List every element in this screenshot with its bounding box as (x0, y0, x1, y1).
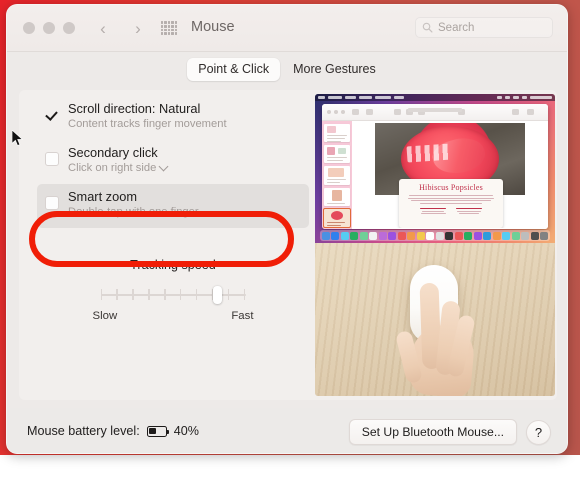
search-icon (422, 22, 433, 33)
bottom-actions: Set Up Bluetooth Mouse... ? (348, 419, 551, 445)
options-list: Scroll direction: Natural Content tracks… (37, 96, 309, 228)
battery-fill (149, 428, 156, 434)
settings-panel: Scroll direction: Natural Content tracks… (19, 90, 557, 400)
option-subtitle-text: Click on right side (68, 162, 157, 174)
option-title: Smart zoom (68, 189, 137, 204)
mouse-preferences-window: ‹ › Mouse Point & Click More Gest (6, 4, 568, 454)
desktop-preview-image: Hibiscus Popsicles (315, 94, 555, 243)
tab-bar: Point & Click More Gestures (7, 52, 567, 86)
preview-page-thumbnails (322, 121, 352, 229)
set-up-bluetooth-mouse-button[interactable]: Set Up Bluetooth Mouse... (348, 419, 517, 445)
zoom-button[interactable] (63, 22, 75, 34)
preview-document-title-bar (408, 108, 462, 112)
page-title: Mouse (191, 19, 235, 35)
preview-document-page: Hibiscus Popsicles (375, 123, 525, 228)
preview-pages-body: Hibiscus Popsicles (322, 121, 548, 229)
tracking-speed-block: Tracking speed Slow Fast (37, 258, 309, 324)
page-thumbnail (324, 124, 350, 143)
segmented-control: Point & Click More Gestures (187, 57, 387, 81)
page-margin (0, 455, 580, 500)
ingredients-column (420, 207, 446, 214)
option-smart-zoom[interactable]: Smart zoom Double-tap with one finger (37, 184, 309, 228)
search-input[interactable] (438, 21, 546, 34)
chevron-down-icon (158, 161, 169, 172)
page-thumbnail (324, 166, 350, 185)
option-text: Secondary click Click on right side (68, 140, 169, 176)
show-all-grid-icon[interactable] (161, 21, 177, 35)
magic-mouse-photo (315, 243, 555, 396)
back-chevron-icon[interactable]: ‹ (92, 17, 114, 39)
tab-more-gestures[interactable]: More Gestures (282, 58, 387, 81)
preview-pages-window: Hibiscus Popsicles (322, 104, 548, 229)
preview-recipe-card: Hibiscus Popsicles (399, 179, 503, 228)
option-scroll-direction[interactable]: Scroll direction: Natural Content tracks… (37, 96, 309, 140)
option-title: Secondary click (68, 145, 158, 160)
handwritten-script (406, 143, 452, 163)
option-text: Smart zoom Double-tap with one finger (68, 184, 199, 220)
option-subtitle: Double-tap with one finger (68, 205, 199, 220)
window-titlebar: ‹ › Mouse (7, 5, 567, 52)
preview-document-canvas: Hibiscus Popsicles (352, 121, 548, 229)
secondary-click-dropdown[interactable]: Click on right side (68, 161, 169, 176)
tracking-speed-slider[interactable] (100, 286, 246, 304)
preview-traffic-lights (327, 110, 345, 114)
battery-icon (146, 425, 170, 437)
option-title: Scroll direction: Natural (68, 101, 201, 116)
tracking-speed-label: Tracking speed (130, 258, 216, 272)
preview-pages-toolbar (322, 104, 548, 121)
preview-dock (320, 230, 550, 241)
slider-max-label: Fast (231, 310, 254, 322)
slider-min-label: Slow (92, 310, 118, 322)
minimize-button[interactable] (43, 22, 55, 34)
preview-recipe-title: Hibiscus Popsicles (419, 183, 483, 192)
slider-ticks (100, 289, 246, 301)
slider-thumb[interactable] (213, 286, 223, 304)
preview-recipe-columns (406, 207, 496, 214)
preferences-content: Scroll direction: Natural Content tracks… (7, 86, 567, 408)
preview-recipe-paragraph (406, 195, 496, 204)
option-subtitle: Content tracks finger movement (68, 117, 227, 132)
smart-zoom-checkbox[interactable] (45, 196, 59, 210)
search-field[interactable] (415, 17, 553, 38)
help-button[interactable]: ? (526, 419, 551, 445)
hand-illustration (393, 282, 479, 396)
option-subtitle-text: Double-tap with one finger (68, 206, 199, 218)
option-subtitle-text: Content tracks finger movement (68, 118, 227, 130)
screen: ‹ › Mouse Point & Click More Gest (0, 0, 580, 500)
battery-label: Mouse battery level: (27, 424, 140, 438)
secondary-click-checkbox[interactable] (45, 152, 59, 166)
close-button[interactable] (23, 22, 35, 34)
instructions-column (456, 207, 482, 214)
forward-chevron-icon[interactable]: › (127, 17, 149, 39)
page-thumbnail (324, 145, 350, 164)
preview-menubar (315, 94, 555, 101)
window-bottom-bar: Mouse battery level: 40% Set Up Bluetoot… (7, 408, 567, 453)
slider-end-labels: Slow Fast (93, 310, 254, 324)
battery-percent: 40% (173, 424, 199, 438)
scroll-direction-checkbox[interactable] (45, 108, 59, 122)
tab-point-and-click[interactable]: Point & Click (187, 57, 281, 81)
page-thumbnail (324, 187, 350, 206)
page-thumbnail-selected (323, 207, 351, 229)
option-text: Scroll direction: Natural Content tracks… (68, 96, 227, 132)
preview-panel: Hibiscus Popsicles (315, 94, 555, 396)
battery-status: Mouse battery level: 40% (27, 424, 199, 438)
traffic-lights (23, 22, 75, 34)
option-secondary-click[interactable]: Secondary click Click on right side (37, 140, 309, 184)
